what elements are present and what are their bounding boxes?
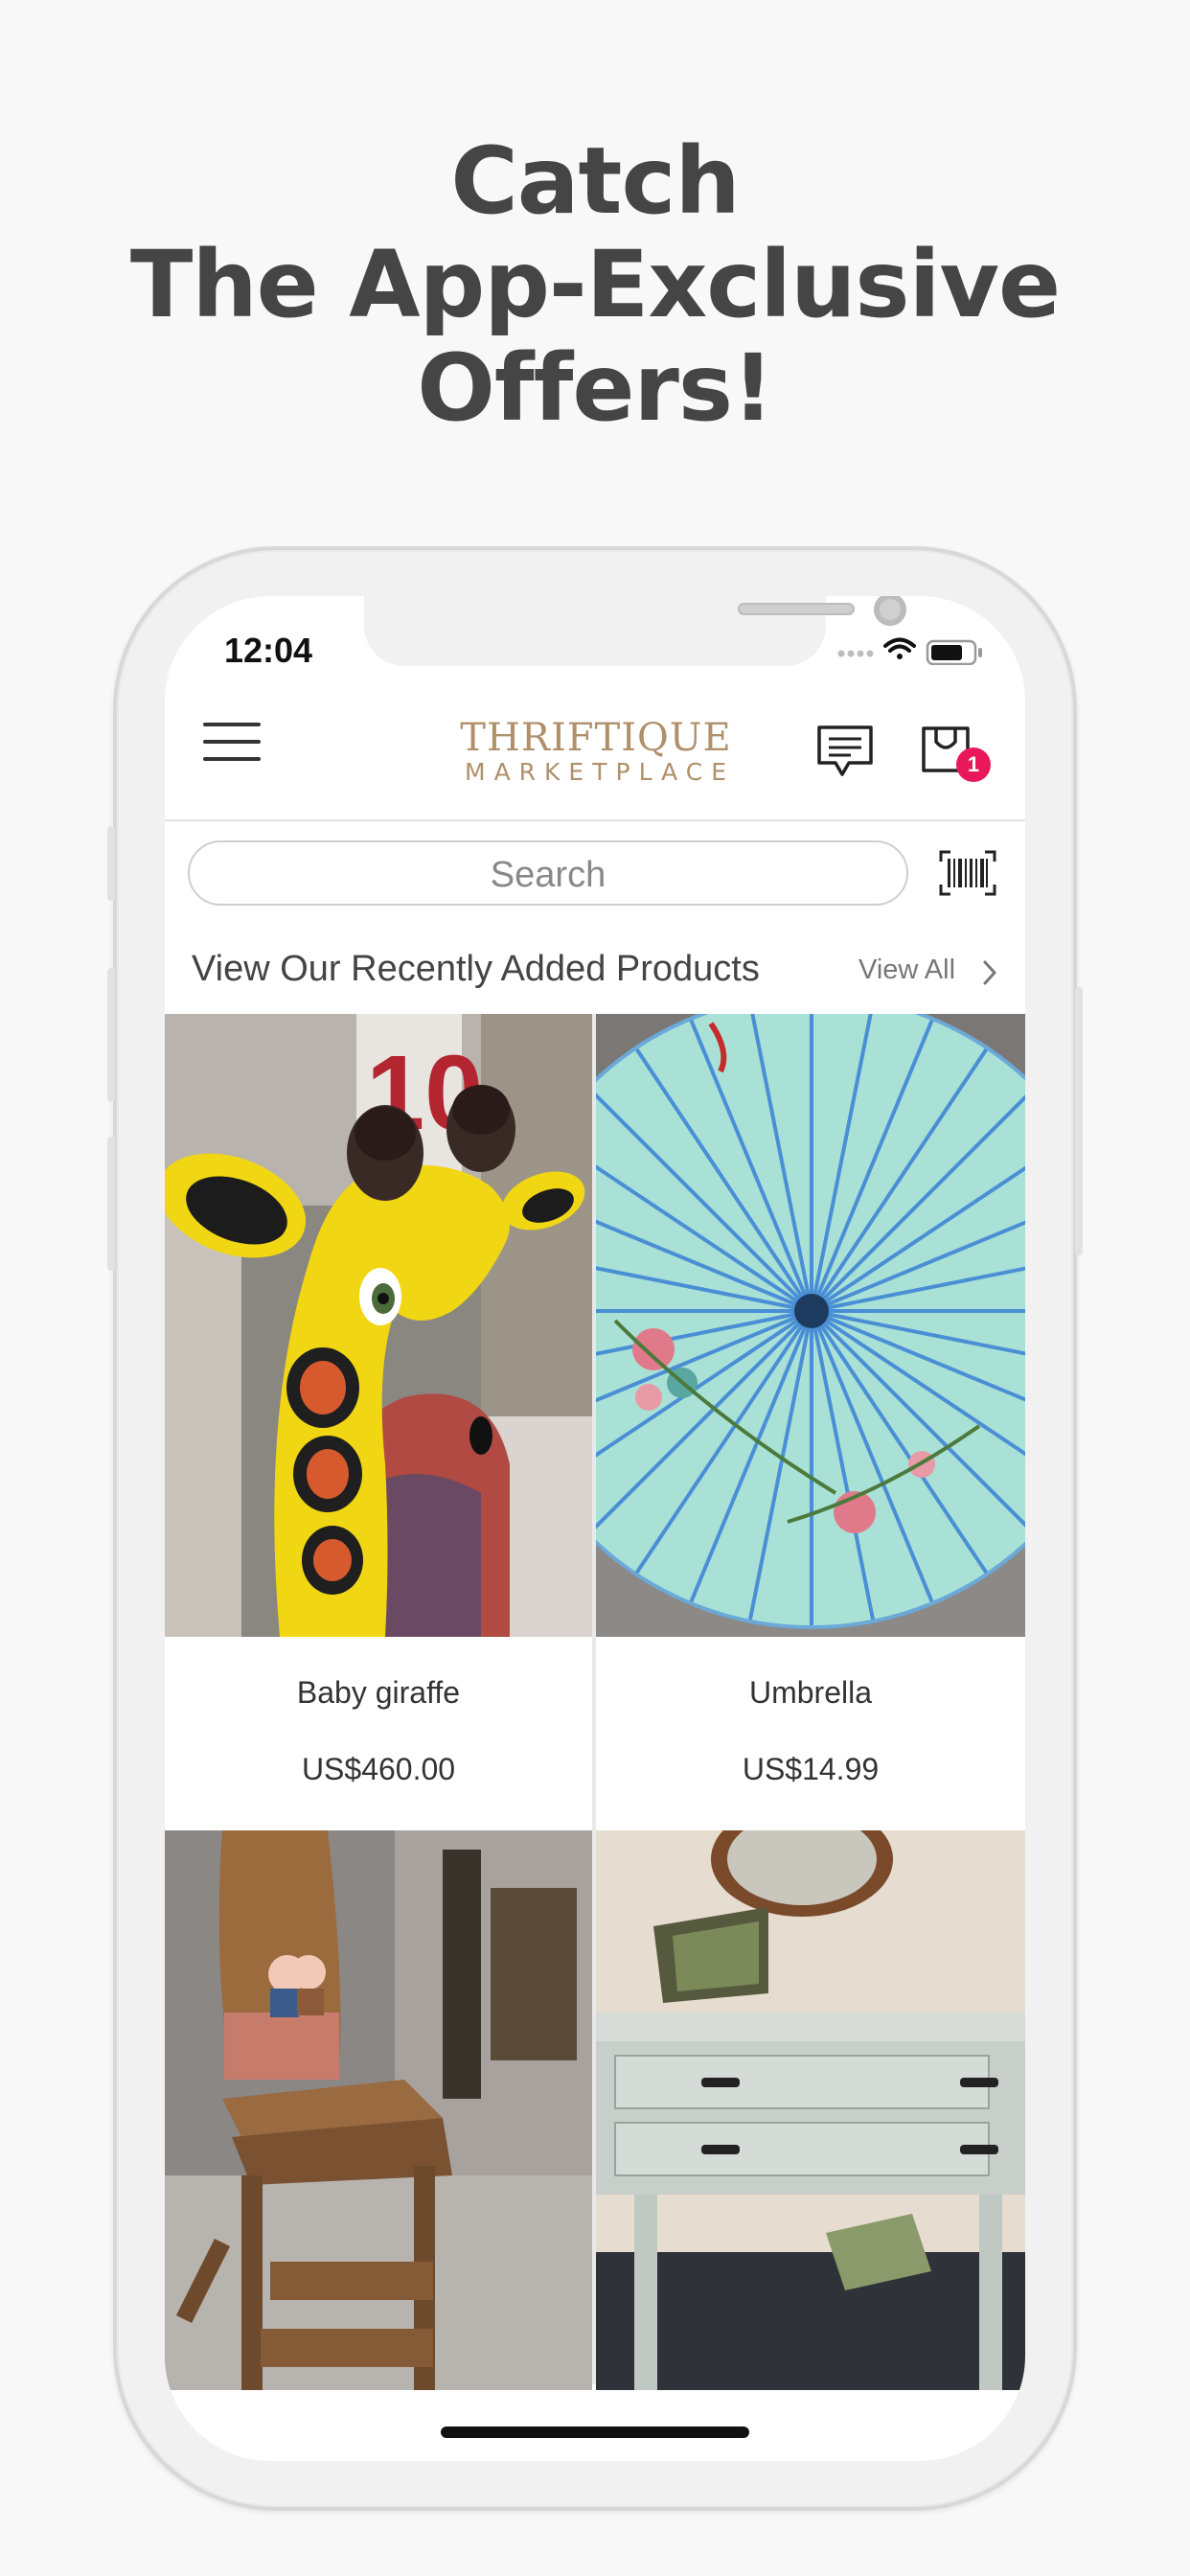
search-input[interactable]: Search — [188, 840, 908, 906]
product-name: Umbrella — [748, 1675, 873, 1710]
headline-line-1: Catch — [450, 127, 740, 235]
product-image-giraffe: 10 — [165, 1014, 592, 1637]
product-price: US$460.00 — [301, 1752, 456, 1786]
product-card-wooden-stool[interactable] — [165, 1830, 592, 2390]
messages-button[interactable] — [816, 724, 874, 778]
search-bar: Search — [165, 821, 1025, 936]
product-image-dresser — [596, 1830, 1025, 2390]
battery-icon — [926, 639, 982, 666]
product-image-umbrella — [596, 1014, 1025, 1637]
headline-line-3: Offers! — [417, 334, 774, 442]
product-card-umbrella[interactable]: Umbrella US$14.99 — [596, 1014, 1025, 1827]
product-image-stool — [165, 1830, 592, 2390]
signal-dots-icon — [837, 650, 874, 657]
status-time: 12:04 — [224, 631, 313, 670]
status-icons — [835, 632, 998, 666]
product-price: US$14.99 — [742, 1752, 880, 1786]
menu-button[interactable] — [203, 723, 261, 765]
wifi-icon — [883, 637, 916, 659]
view-all-link[interactable]: View All — [858, 954, 955, 986]
product-name: Baby giraffe — [296, 1675, 461, 1710]
app-header: THRIFTIQUE MARKETPLACE 1 — [165, 682, 1025, 821]
barcode-scan-button[interactable] — [939, 850, 996, 896]
logo-wordmark: THRIFTIQUE — [460, 716, 732, 760]
product-card-dresser[interactable] — [596, 1830, 1025, 2390]
promo-headline: Catch The App-Exclusive Offers! — [0, 129, 1190, 440]
barcode-scanner-icon — [939, 850, 996, 896]
front-camera — [874, 596, 906, 626]
headline-line-2: The App-Exclusive — [129, 231, 1061, 338]
cart-count-badge: 1 — [956, 748, 991, 782]
chat-icon — [817, 725, 873, 776]
phone-screen: 12:04 THRIFTIQUE MARKETPLACE 1 Search Vi… — [165, 596, 1025, 2461]
section-title: View Our Recently Added Products — [192, 949, 760, 989]
menu-icon-bar — [203, 757, 261, 761]
phone-side-button-volume-up — [107, 968, 115, 1102]
brand-logo[interactable]: THRIFTIQUE MARKETPLACE — [452, 717, 740, 786]
speaker-grille — [738, 603, 855, 615]
home-indicator[interactable] — [441, 2426, 749, 2438]
phone-side-button-power — [1075, 987, 1083, 1255]
cart-button[interactable]: 1 — [918, 717, 991, 786]
logo-subtitle: MARKETPLACE — [465, 758, 735, 786]
phone-side-button-mute — [107, 826, 115, 901]
menu-icon — [203, 723, 261, 726]
menu-icon-bar — [203, 740, 261, 744]
phone-notch — [364, 596, 906, 666]
chevron-right-icon[interactable] — [981, 958, 998, 987]
phone-side-button-volume-down — [107, 1137, 115, 1271]
product-card-baby-giraffe[interactable]: 10 Baby giraffe US$460.00 — [165, 1014, 592, 1827]
